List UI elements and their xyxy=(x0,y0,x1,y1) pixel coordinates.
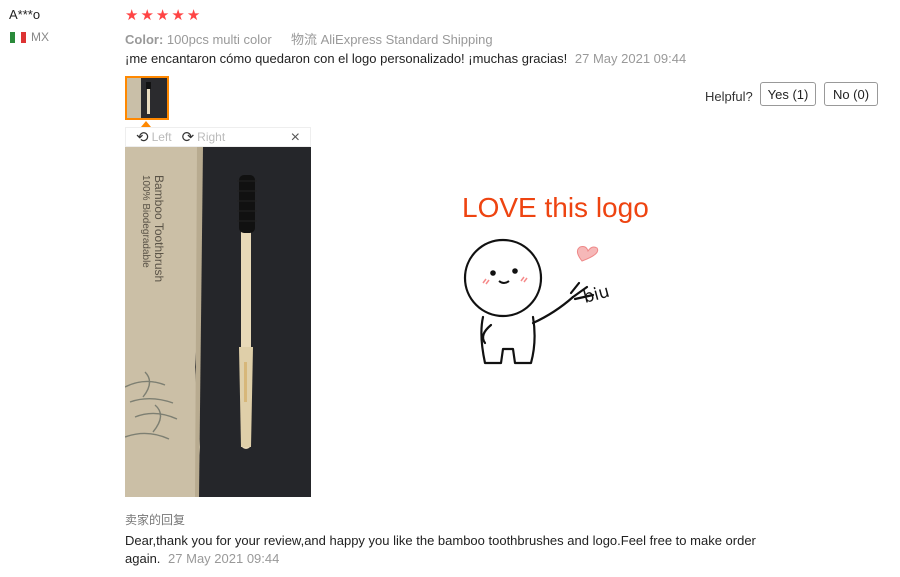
seller-reply: Dear,thank you for your review,and happy… xyxy=(125,532,765,568)
star-rating: ★ ★ ★ ★ ★ xyxy=(125,6,200,24)
seller-reply-date: 27 May 2021 09:44 xyxy=(168,551,280,566)
helpful-no-button[interactable]: No (0) xyxy=(824,82,878,106)
star-icon: ★ xyxy=(155,7,170,24)
star-icon: ★ xyxy=(125,7,139,24)
rotate-left-button[interactable]: ⟲ Left xyxy=(136,128,172,146)
mexico-flag-icon xyxy=(10,31,26,43)
review-body: ¡me encantaron cómo quedaron con el logo… xyxy=(125,51,568,66)
star-icon: ★ xyxy=(186,7,201,24)
photo-viewer-toolbar: ⟲ Left ⟳ Right × xyxy=(125,127,311,147)
color-label: Color: xyxy=(125,32,164,47)
review-photo-large: Bamboo Toothbrush 100% Biodegradable xyxy=(124,147,311,497)
star-icon: ★ xyxy=(140,7,154,24)
sticker-text: biu xyxy=(581,282,612,308)
seller-reply-title: 卖家的回复 xyxy=(125,513,186,527)
helpful-yes-button[interactable]: Yes (1) xyxy=(760,82,816,106)
shipping-label: 物流 xyxy=(290,32,317,47)
helpful-label: Helpful? xyxy=(705,89,753,104)
overlay-caption: LOVE this logo xyxy=(462,192,649,223)
review-text: ¡me encantaron cómo quedaron con el logo… xyxy=(125,51,686,66)
reviewer-country: MX xyxy=(10,30,49,44)
rotate-right-icon: ⟳ xyxy=(181,129,195,146)
package-subtitle: 100% Biodegradable xyxy=(140,175,151,268)
rotate-left-icon: ⟲ xyxy=(136,129,149,146)
package-title: Bamboo Toothbrush xyxy=(152,175,166,282)
order-meta: Color: 100pcs multi color 物流 AliExpress … xyxy=(125,29,493,48)
country-code: MX xyxy=(31,30,49,44)
biu-sticker-image: biu xyxy=(455,235,625,370)
review-photo-thumbnail[interactable] xyxy=(125,76,169,120)
shipping-value: AliExpress Standard Shipping xyxy=(320,32,493,47)
review-date: 27 May 2021 09:44 xyxy=(574,51,687,66)
color-value: 100pcs multi color xyxy=(166,32,272,47)
star-icon: ★ xyxy=(171,7,185,24)
close-viewer-button[interactable]: × xyxy=(291,129,300,147)
rotate-right-button[interactable]: ⟳ Right xyxy=(182,128,226,146)
reviewer-name: A***o xyxy=(9,7,41,22)
